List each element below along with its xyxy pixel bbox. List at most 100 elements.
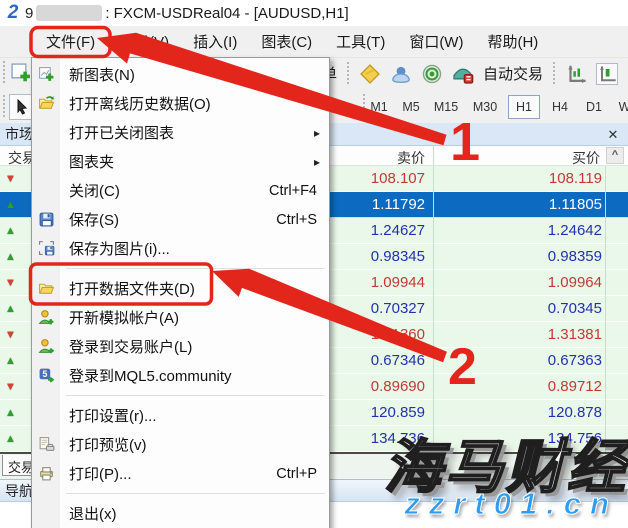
- menu-item-print-preview[interactable]: 打印预览(v): [32, 430, 329, 459]
- menu-item-label: 开新模拟帐户(A): [69, 307, 179, 328]
- timeframe-d1[interactable]: D1: [580, 95, 608, 119]
- signals-icon[interactable]: [421, 63, 443, 85]
- mql5-icon: 5: [32, 367, 60, 384]
- menu-item-print[interactable]: 打印(P)...Ctrl+P: [32, 459, 329, 488]
- column-divider: [605, 166, 606, 452]
- market-icon[interactable]: [359, 63, 381, 85]
- buy-price: 0.98359: [548, 248, 602, 265]
- menu-item-label: 登录到交易账户(L): [69, 336, 192, 357]
- toolbar-grip[interactable]: [2, 61, 6, 85]
- timeframe-w1[interactable]: W1: [614, 95, 628, 119]
- menu-item-label: 打印设置(r)...: [69, 405, 157, 426]
- menu-item-label: 打印预览(v): [69, 434, 147, 455]
- timeframe-h1[interactable]: H1: [508, 95, 540, 119]
- buy-price: 1.31381: [548, 326, 602, 343]
- menu-item-close[interactable]: 关闭(C)Ctrl+F4: [32, 176, 329, 205]
- sell-price: 1.09944: [371, 274, 425, 291]
- new-chart-toolbar-icon[interactable]: [10, 62, 32, 84]
- open-folder-icon: [32, 280, 60, 297]
- menu-item-open-closed-charts[interactable]: 打开已关闭图表▸: [32, 118, 329, 147]
- toolbar-right-cluster: 新订单 自动交易: [292, 57, 618, 90]
- timeframe-m30[interactable]: M30: [468, 95, 502, 119]
- menu-item-save-as-picture[interactable]: 保存为图片(i)...: [32, 234, 329, 263]
- menu-item-exit[interactable]: 退出(x): [32, 499, 329, 528]
- menu-item-login-trade-account[interactable]: 登录到交易账户(L): [32, 332, 329, 361]
- buy-price: 108.119: [549, 170, 602, 187]
- new-chart-icon: [32, 66, 60, 83]
- menu-item-label: 关闭(C): [69, 180, 120, 201]
- print-preview-icon: [32, 436, 60, 453]
- toolbar-grip[interactable]: [346, 62, 350, 86]
- timeframe-m15[interactable]: M15: [430, 95, 462, 119]
- save-picture-icon: [32, 240, 60, 257]
- sell-column-header[interactable]: 卖价: [397, 148, 425, 168]
- menubar-charts[interactable]: 图表(C): [249, 26, 324, 57]
- market-watch-close-icon[interactable]: ✕: [604, 126, 622, 143]
- menu-item-login-mql5[interactable]: 5 登录到MQL5.community: [32, 361, 329, 390]
- mt4-window: 2 9 : FXCM-USDReal04 - [AUDUSD,H1] 文件(F)…: [0, 0, 628, 528]
- chart-axis-icon-1[interactable]: [565, 63, 587, 85]
- menu-item-label: 打开数据文件夹(D): [69, 278, 195, 299]
- menu-shortcut: Ctrl+S: [276, 212, 317, 228]
- toolbar-grip[interactable]: [552, 62, 556, 86]
- sell-price: 0.89690: [371, 378, 425, 395]
- buy-price: 0.70345: [548, 300, 602, 317]
- sell-price: 0.98345: [371, 248, 425, 265]
- menu-item-label: 打印(P)...: [69, 463, 132, 484]
- timeframe-m1[interactable]: M1: [366, 95, 392, 119]
- menu-item-open-demo-account[interactable]: 开新模拟帐户(A): [32, 303, 329, 332]
- column-divider: [433, 146, 434, 452]
- menu-item-open-offline-history[interactable]: 打开离线历史数据(O): [32, 89, 329, 118]
- toolbar-grip[interactable]: [2, 95, 6, 119]
- menubar-help[interactable]: 帮助(H): [475, 26, 550, 57]
- menu-item-print-setup[interactable]: 打印设置(r)...: [32, 401, 329, 430]
- timeframe-h4[interactable]: H4: [546, 95, 574, 119]
- chart-axis-icon-2[interactable]: [596, 63, 618, 85]
- menu-item-open-data-folder[interactable]: 打开数据文件夹(D): [32, 274, 329, 303]
- timeframe-bar: M1M5M15M30H1H4D1W1: [366, 90, 628, 123]
- trend-up-icon: ▲: [5, 432, 16, 446]
- trend-up-icon: ▲: [5, 198, 16, 212]
- menu-item-save[interactable]: 保存(S)Ctrl+S: [32, 205, 329, 234]
- menu-separator: [62, 263, 329, 274]
- menubar-insert[interactable]: 插入(I): [181, 26, 249, 57]
- trend-down-icon: ▼: [5, 276, 16, 290]
- buy-price: 1.24642: [548, 222, 602, 239]
- file-menu-dropdown: 新图表(N) 打开离线历史数据(O)打开已关闭图表▸图表夹▸关闭(C)Ctrl+F…: [31, 57, 330, 528]
- menubar-window[interactable]: 窗口(W): [397, 26, 475, 57]
- community-cloud-icon[interactable]: [390, 63, 412, 85]
- menu-item-label: 新图表(N): [69, 64, 135, 85]
- menu-separator: [62, 390, 329, 401]
- buy-price: 1.09964: [548, 274, 602, 291]
- autotrading-button[interactable]: 自动交易: [483, 63, 543, 84]
- symbol-dropdown-caret[interactable]: ▼: [330, 90, 346, 123]
- submenu-arrow-icon: ▸: [314, 126, 320, 140]
- scroll-up-button[interactable]: ^: [606, 147, 624, 164]
- watermark-url: zzrt01.cn: [404, 486, 618, 522]
- sell-price: 1.31360: [371, 326, 425, 343]
- save-icon: [32, 211, 60, 228]
- open-offline-icon: [32, 95, 60, 112]
- user-login-icon: [32, 338, 60, 355]
- trend-down-icon: ▼: [5, 380, 16, 394]
- menubar-tools[interactable]: 工具(T): [324, 26, 397, 57]
- buy-price: 0.67363: [548, 352, 602, 369]
- autotrading-icon[interactable]: [452, 63, 474, 85]
- account-number-prefix: 9: [25, 5, 33, 22]
- menu-item-label: 登录到MQL5.community: [69, 365, 232, 386]
- menu-item-new-chart[interactable]: 新图表(N): [32, 60, 329, 89]
- timeframe-m5[interactable]: M5: [398, 95, 424, 119]
- menubar-file[interactable]: 文件(F): [34, 26, 107, 57]
- trend-up-icon: ▲: [5, 354, 16, 368]
- menubar-view[interactable]: 显示(V): [107, 26, 181, 57]
- sell-price: 0.67346: [371, 352, 425, 369]
- svg-text:5: 5: [42, 369, 47, 379]
- redacted-account: [36, 5, 102, 21]
- sell-price: 108.107: [371, 170, 425, 187]
- menu-item-chart-profiles[interactable]: 图表夹▸: [32, 147, 329, 176]
- buy-column-header[interactable]: 买价: [572, 148, 600, 168]
- sell-price: 1.11792: [372, 196, 425, 213]
- market-watch-symbols-tab[interactable]: 交易品种: [2, 455, 32, 476]
- printer-icon: [32, 465, 60, 482]
- menu-separator: [62, 488, 329, 499]
